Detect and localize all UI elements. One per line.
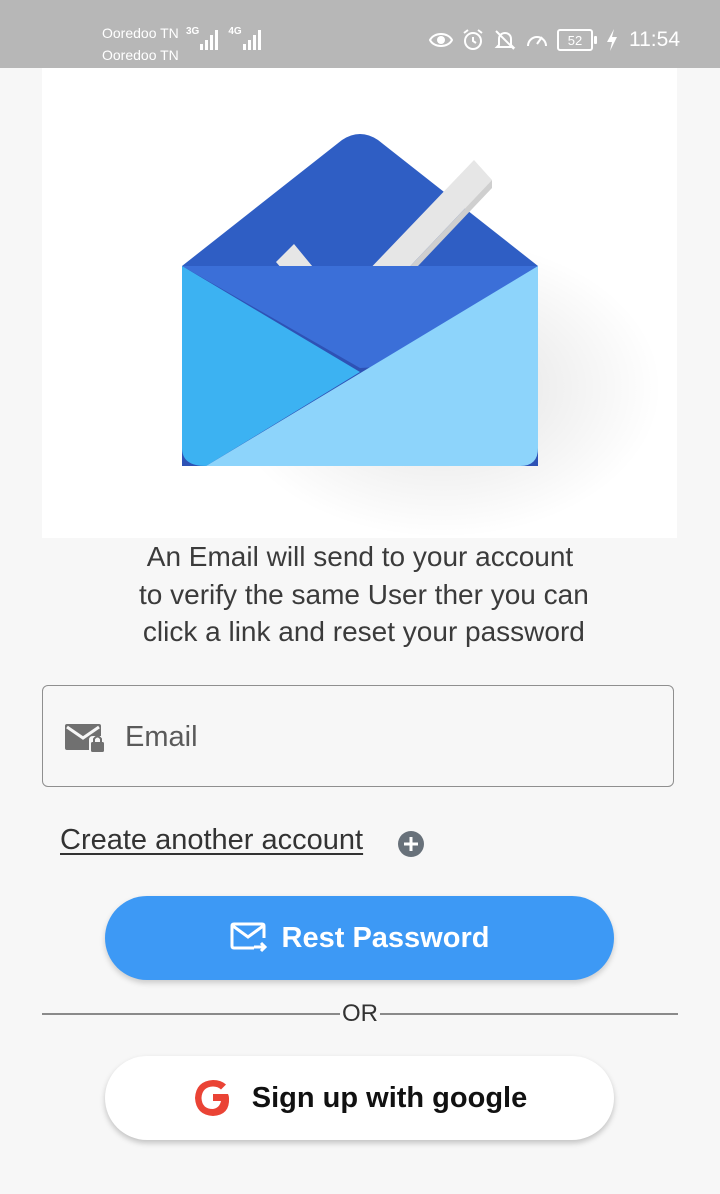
speedometer-icon <box>527 36 547 47</box>
email-input[interactable] <box>123 714 647 760</box>
google-g-icon <box>194 1080 229 1116</box>
notifications-off-icon <box>494 30 516 50</box>
signal-indicators: 3G 4G <box>186 26 261 50</box>
mail-lock-icon <box>65 724 104 752</box>
alarm-icon <box>463 29 483 50</box>
google-signup-label: Sign up with google <box>251 1081 528 1114</box>
carrier-2: Ooredoo TN <box>102 47 179 63</box>
add-circle-icon[interactable] <box>397 830 425 858</box>
reset-password-button[interactable]: Rest Password <box>105 896 614 980</box>
eye-icon <box>429 33 453 47</box>
battery-level: 52 <box>567 32 583 48</box>
carrier-info: Ooredoo TN Ooredoo TN <box>102 22 179 66</box>
create-account-link[interactable]: Create another account <box>60 824 363 857</box>
carrier-1: Ooredoo TN <box>102 25 179 41</box>
hero-image <box>42 68 677 538</box>
mail-send-icon <box>230 922 267 953</box>
google-signup-button[interactable]: Sign up with google <box>105 1056 614 1140</box>
status-icons: 52 11:54 <box>429 28 680 52</box>
network-type-2: 4G <box>228 26 242 37</box>
signal-bars-2-icon <box>242 26 261 50</box>
charging-icon <box>607 29 617 51</box>
reset-password-label: Rest Password <box>281 921 490 954</box>
status-bar: Ooredoo TN Ooredoo TN 3G 4G 52 11:54 <box>0 0 720 68</box>
battery-icon: 52 <box>557 29 597 51</box>
email-field[interactable] <box>42 685 674 787</box>
or-label: OR <box>342 1000 378 1027</box>
info-text: An Email will send to your account to ve… <box>139 541 589 647</box>
clock: 11:54 <box>629 28 680 51</box>
network-type-1: 3G <box>186 26 200 37</box>
signal-bars-1-icon <box>200 26 219 50</box>
inbox-envelope-checkmark-icon <box>182 134 662 538</box>
